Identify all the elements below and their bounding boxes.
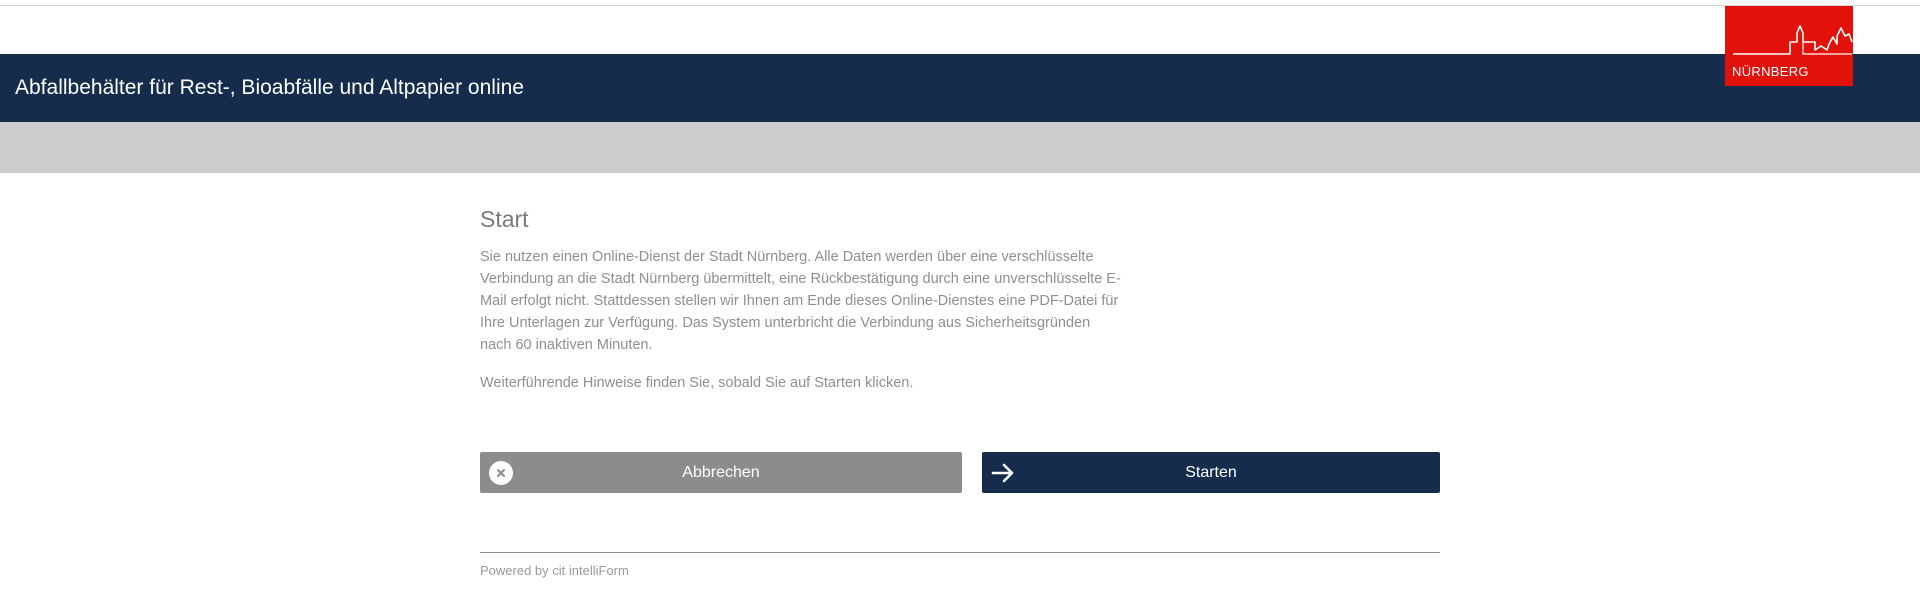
intro-text: Sie nutzen einen Online-Dienst der Stadt… <box>480 249 1121 353</box>
top-divider <box>0 5 1920 6</box>
hint-text: Weiterführende Hinweise finden Sie, soba… <box>480 375 914 391</box>
cancel-button-label: Abbrechen <box>682 464 760 481</box>
progress-bar-strip <box>0 122 1920 173</box>
nuernberg-logo[interactable]: NÜRNBERG <box>1725 6 1853 86</box>
logo-text: NÜRNBERG <box>1732 64 1809 79</box>
page-title: Start <box>480 206 529 232</box>
start-button[interactable]: Starten <box>982 452 1440 493</box>
app-title: Abfallbehälter für Rest-, Bioabfälle und… <box>15 76 524 99</box>
start-button-label: Starten <box>1185 464 1237 481</box>
header-bar: Abfallbehälter für Rest-, Bioabfälle und… <box>0 54 1920 122</box>
powered-by-text: Powered by cit intelliForm <box>480 563 629 578</box>
cancel-button[interactable]: Abbrechen <box>480 452 962 493</box>
footer-divider <box>480 552 1440 553</box>
